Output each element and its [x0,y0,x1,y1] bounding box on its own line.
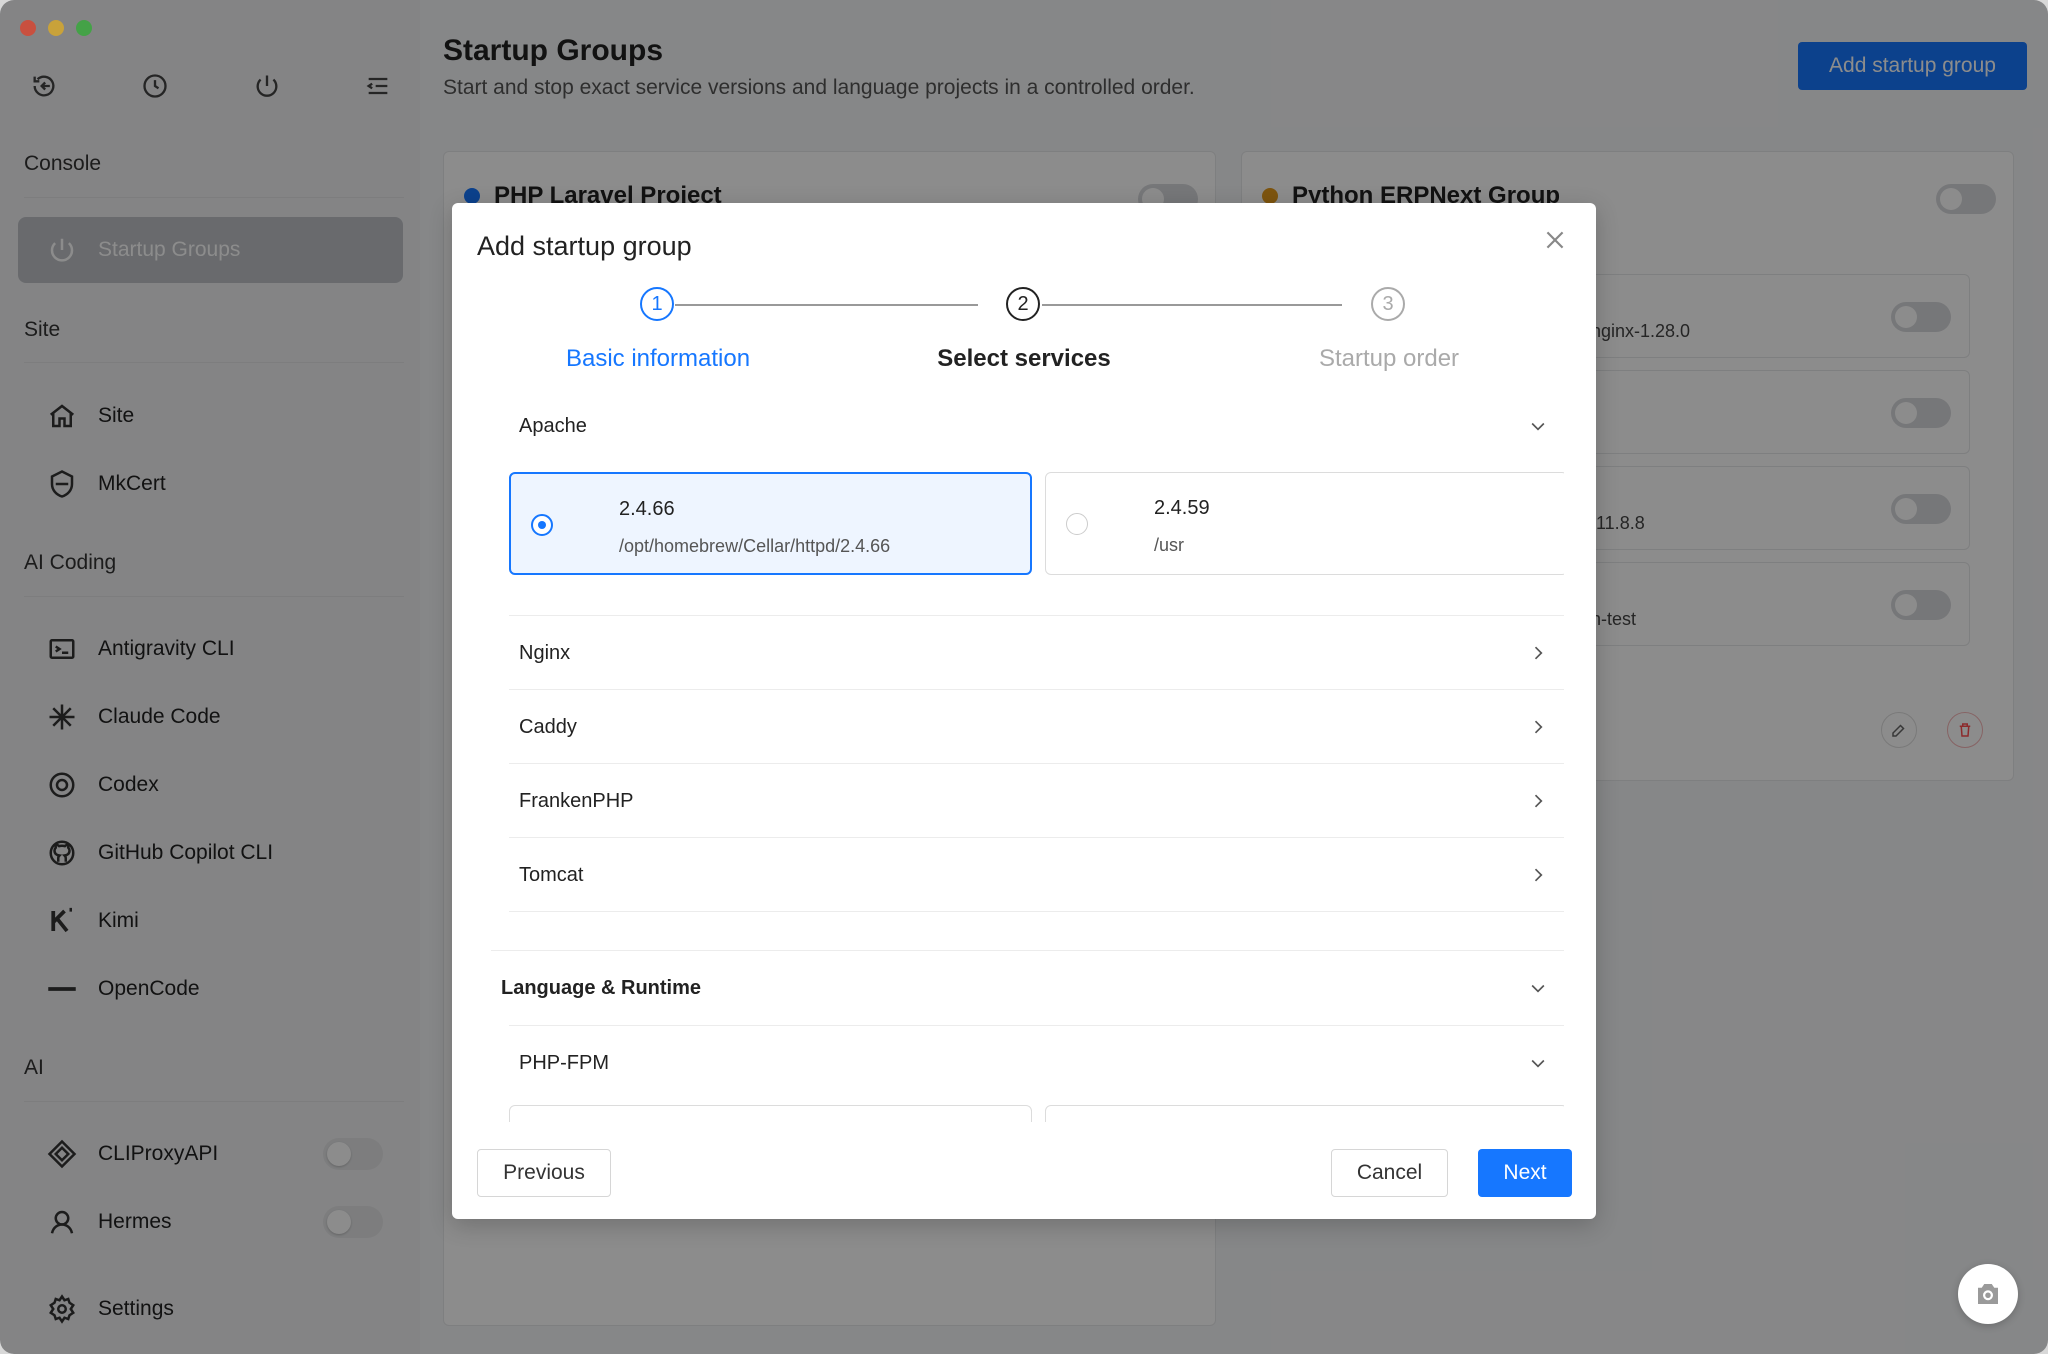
radio-unselected[interactable] [1066,513,1088,535]
chevron-down-icon [1528,978,1548,998]
group-label: FrankenPHP [519,789,634,812]
version-option-apache-2-4-59[interactable]: 2.4.59 /usr [1045,472,1564,575]
version-path: /usr [1154,535,1185,555]
step-3-circle: 3 [1371,287,1405,321]
screenshot-button[interactable] [1958,1264,2018,1324]
chevron-right-icon [1528,643,1548,663]
chevron-right-icon [1528,791,1548,811]
step-connector [1042,304,1342,306]
close-window-icon[interactable] [20,20,36,36]
step-1-circle[interactable]: 1 [640,287,674,321]
section-language-runtime[interactable]: Language & Runtime [491,951,1564,1025]
group-php-fpm[interactable]: PHP-FPM [509,1026,1564,1100]
group-label: Tomcat [519,863,584,886]
step-3-label: Startup order [1318,345,1460,372]
add-startup-group-modal: Add startup group 1 2 3 Basic informatio… [452,203,1596,1219]
next-button[interactable]: Next [1478,1149,1572,1197]
version-path: /opt/homebrew/Cellar/httpd/2.4.66 [619,536,891,556]
group-label: PHP-FPM [519,1051,609,1074]
camera-icon [1978,1284,1998,1304]
version-option-apache-2-4-66[interactable]: 2.4.66 /opt/homebrew/Cellar/httpd/2.4.66 [509,472,1032,575]
minimize-window-icon[interactable] [48,20,64,36]
steps: 1 2 3 Basic information Select services … [452,287,1596,377]
group-tomcat[interactable]: Tomcat [509,838,1564,912]
version-number: 2.4.66 [619,498,675,520]
app-window: Console Startup Groups Site Site MkCert … [0,0,2048,1354]
version-option-php-fpm-1[interactable] [509,1105,1032,1122]
group-frankenphp[interactable]: FrankenPHP [509,764,1564,838]
group-nginx[interactable]: Nginx [509,616,1564,690]
modal-footer: Previous Cancel Next [452,1133,1596,1203]
previous-button[interactable]: Previous [477,1149,611,1197]
group-caddy[interactable]: Caddy [509,690,1564,764]
close-icon[interactable] [1542,227,1568,253]
step-2-label: Select services [937,345,1111,372]
step-1-label[interactable]: Basic information [566,345,750,373]
chevron-right-icon [1528,865,1548,885]
group-apache[interactable]: Apache [509,389,1564,463]
section-label: Language & Runtime [501,976,702,999]
divider [509,911,1564,912]
version-number: 2.4.59 [1154,497,1210,519]
chevron-down-icon [1528,1053,1548,1073]
maximize-window-icon[interactable] [76,20,92,36]
group-label: Apache [519,414,587,437]
chevron-down-icon [1528,416,1548,436]
window-controls [20,20,92,36]
services-scroll-area[interactable]: Apache 2.4.66 /opt/homebrew/Cellar/httpd… [484,389,1564,1122]
chevron-right-icon [1528,717,1548,737]
version-option-php-fpm-2[interactable] [1045,1105,1564,1122]
step-2-circle: 2 [1006,287,1040,321]
group-label: Caddy [519,715,577,738]
cancel-button[interactable]: Cancel [1331,1149,1448,1197]
radio-selected[interactable] [531,514,553,536]
step-connector [675,304,978,306]
group-label: Nginx [519,641,571,664]
modal-title: Add startup group [477,231,692,261]
